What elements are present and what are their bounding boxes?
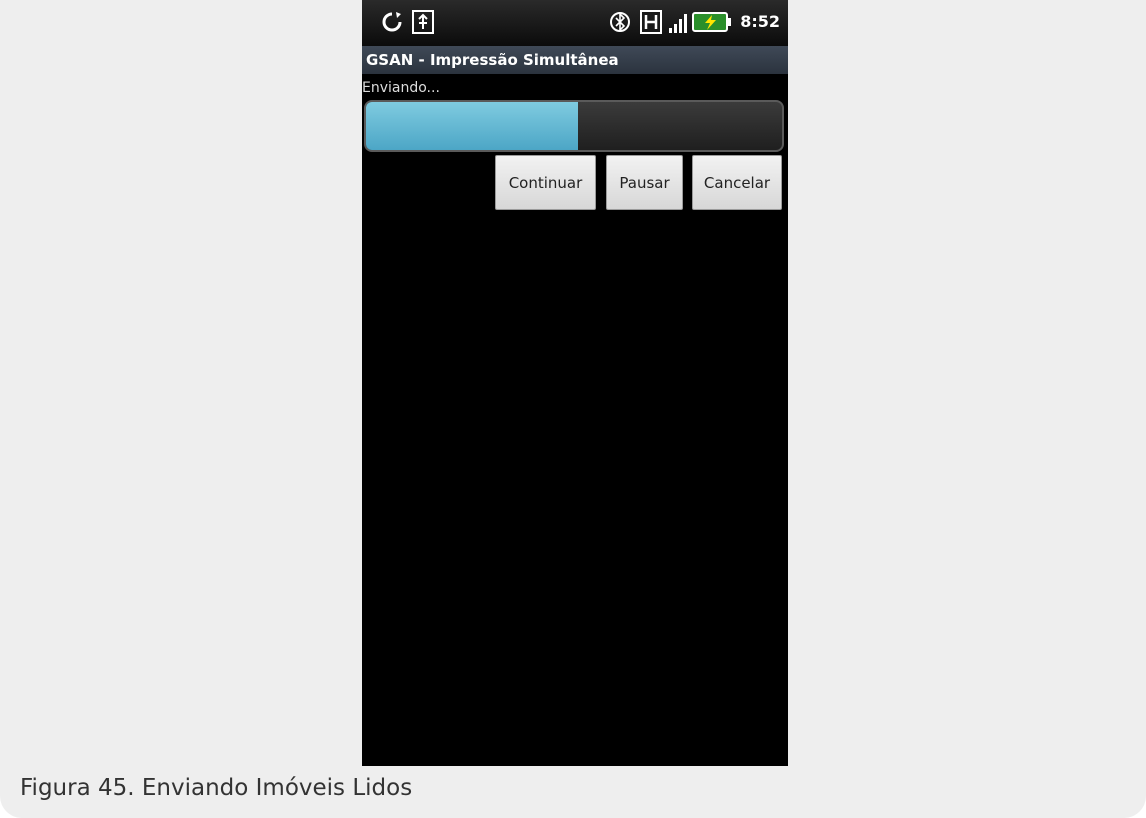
app-title-bar: GSAN - Impressão Simultânea: [362, 46, 788, 74]
status-clock: 8:52: [740, 12, 780, 31]
sync-icon: [380, 10, 404, 38]
continuar-button[interactable]: Continuar: [495, 155, 596, 210]
app-title: GSAN - Impressão Simultânea: [366, 51, 619, 69]
usb-icon: [412, 10, 434, 38]
vibrate-icon: [640, 10, 662, 38]
battery-charging-icon: [692, 10, 732, 38]
figure-caption: Figura 45. Enviando Imóveis Lidos: [20, 775, 413, 801]
progress-label: Enviando...: [362, 80, 440, 96]
progress-fill: [366, 102, 579, 150]
figure-panel: 8:52 GSAN - Impressão Simultânea Enviand…: [0, 0, 1146, 818]
cancelar-button[interactable]: Cancelar: [692, 155, 782, 210]
bluetooth-icon: [610, 10, 630, 38]
status-bar: 8:52: [362, 0, 788, 46]
pausar-button[interactable]: Pausar: [606, 155, 683, 210]
progress-bar: [364, 100, 784, 152]
phone-screen: 8:52 GSAN - Impressão Simultânea Enviand…: [362, 0, 788, 766]
